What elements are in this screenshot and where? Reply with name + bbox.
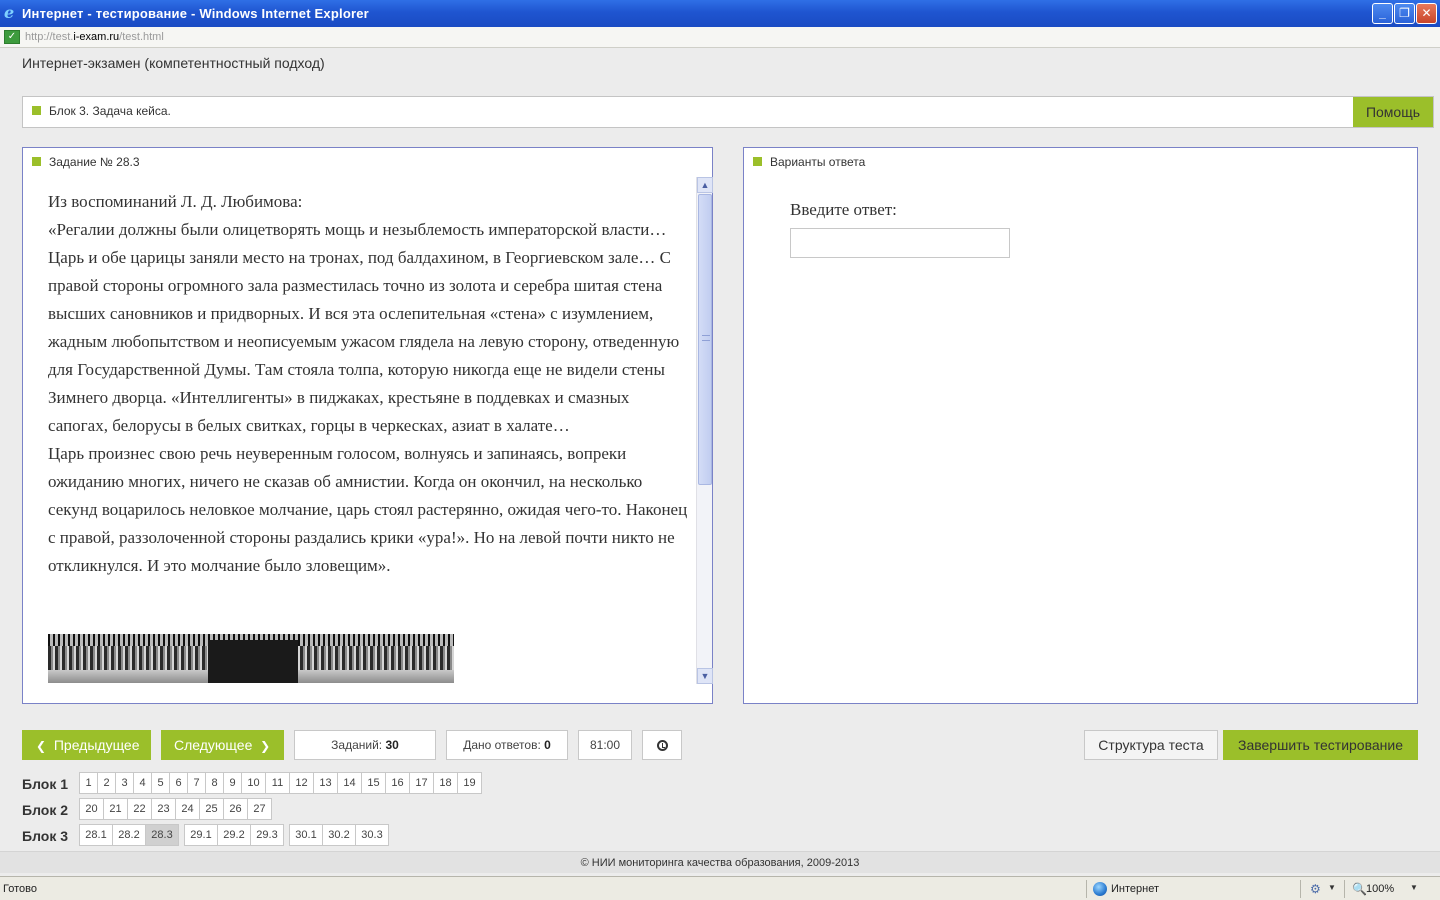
- task-cell-2[interactable]: 2: [97, 772, 116, 794]
- task-cell-10[interactable]: 10: [241, 772, 266, 794]
- task-text: Из воспоминаний Л. Д. Любимова: «Регалии…: [48, 188, 688, 580]
- task-cell-19[interactable]: 19: [457, 772, 482, 794]
- answers-count: Дано ответов: 0: [446, 730, 568, 760]
- help-button[interactable]: Помощь: [1353, 97, 1433, 127]
- task-cell-21[interactable]: 21: [103, 798, 128, 820]
- finish-test-button[interactable]: Завершить тестирование: [1223, 730, 1418, 760]
- task-cell-11[interactable]: 11: [265, 772, 290, 794]
- zoom-level[interactable]: 100%: [1366, 883, 1394, 895]
- test-structure-button[interactable]: Структура теста: [1084, 730, 1218, 760]
- minimize-button[interactable]: _: [1372, 3, 1393, 24]
- task-cell-5[interactable]: 5: [151, 772, 170, 794]
- answer-panel: Варианты ответа Введите ответ:: [743, 147, 1418, 704]
- scrollbar-thumb[interactable]: [698, 194, 712, 485]
- task-cell-29-1[interactable]: 29.1: [184, 824, 218, 846]
- dropdown-arrow-icon[interactable]: ▼: [1328, 883, 1336, 892]
- task-cell-3[interactable]: 3: [115, 772, 134, 794]
- task-cells: 20 21 22 23 24 25 26 27: [79, 798, 272, 820]
- task-cell-16[interactable]: 16: [385, 772, 410, 794]
- previous-button[interactable]: ❮ Предыдущее: [22, 730, 151, 760]
- zoom-icon[interactable]: 🔍: [1352, 882, 1367, 896]
- internet-zone-globe-icon: [1093, 882, 1107, 896]
- block-label: Блок 1: [22, 776, 69, 792]
- maximize-button[interactable]: ❐: [1394, 3, 1415, 24]
- block-bar: Блок 3. Задача кейса. Помощь: [22, 96, 1434, 128]
- bullet-square-icon: [32, 157, 41, 166]
- window-title: Интернет - тестирование - Windows Intern…: [22, 6, 369, 21]
- answer-prompt: Введите ответ:: [790, 200, 897, 219]
- address-url[interactable]: http://test.i-exam.ru/test.html: [25, 31, 164, 43]
- task-cell-4[interactable]: 4: [133, 772, 152, 794]
- task-paragraph: Царь произнес свою речь неуверенным голо…: [48, 444, 688, 575]
- task-cell-29-3[interactable]: 29.3: [250, 824, 284, 846]
- block-label: Блок 3: [22, 828, 69, 844]
- page-content: Интернет-экзамен (компетентностный подхо…: [0, 48, 1440, 876]
- task-cell-28-2[interactable]: 28.2: [112, 824, 146, 846]
- task-cells: 1 2 3 4 5 6 7 8 9 10 11 12 13 14 15 16 17 18 19: [79, 772, 482, 794]
- task-cell-17[interactable]: 17: [409, 772, 434, 794]
- task-cell-28-1[interactable]: 28.1: [79, 824, 113, 846]
- close-button[interactable]: ✕: [1416, 3, 1437, 24]
- address-bar[interactable]: ✓ http://test.i-exam.ru/test.html: [0, 27, 1440, 48]
- task-panel: Задание № 28.3 Из воспоминаний Л. Д. Люб…: [22, 147, 713, 704]
- task-cell-24[interactable]: 24: [175, 798, 200, 820]
- task-cell-28-3[interactable]: 28.3: [145, 824, 179, 846]
- task-cell-14[interactable]: 14: [337, 772, 362, 794]
- task-cell-25[interactable]: 25: [199, 798, 224, 820]
- answer-input[interactable]: [790, 228, 1010, 258]
- status-bar: Готово Интернет ⚙ ▼ 🔍 100% ▼: [0, 876, 1440, 900]
- task-cells: 28.1 28.2 28.3 29.1 29.2 29.3 30.1 30.2 30.3: [79, 824, 389, 846]
- answer-options-header: Варианты ответа: [770, 155, 866, 169]
- task-cell-15[interactable]: 15: [361, 772, 386, 794]
- task-cell-9[interactable]: 9: [223, 772, 242, 794]
- task-paragraph: Из воспоминаний Л. Д. Любимова:: [48, 192, 303, 211]
- task-cell-6[interactable]: 6: [169, 772, 188, 794]
- block-label: Блок 3. Задача кейса.: [49, 104, 171, 118]
- clock-button[interactable]: [642, 730, 682, 760]
- task-photo-image: [48, 634, 454, 683]
- chevron-right-icon: ❯: [260, 739, 271, 753]
- task-cell-26[interactable]: 26: [223, 798, 248, 820]
- scroll-up-arrow-icon[interactable]: ▲: [697, 177, 713, 193]
- task-cell-22[interactable]: 22: [127, 798, 152, 820]
- status-text: Готово: [3, 883, 37, 895]
- task-cell-27[interactable]: 27: [247, 798, 272, 820]
- bullet-square-icon: [753, 157, 762, 166]
- site-favicon-icon: ✓: [4, 30, 20, 44]
- task-cell-23[interactable]: 23: [151, 798, 176, 820]
- page-title: Интернет-экзамен (компетентностный подхо…: [22, 55, 325, 71]
- task-cell-29-2[interactable]: 29.2: [217, 824, 251, 846]
- clock-icon: [656, 740, 668, 751]
- task-cell-30-3[interactable]: 30.3: [355, 824, 389, 846]
- timer: 81:00: [578, 730, 632, 760]
- copyright-footer: © НИИ мониторинга качества образования, …: [0, 851, 1440, 873]
- task-cell-8[interactable]: 8: [205, 772, 224, 794]
- task-cell-30-2[interactable]: 30.2: [322, 824, 356, 846]
- task-cell-12[interactable]: 12: [289, 772, 314, 794]
- task-number: Задание № 28.3: [49, 155, 140, 169]
- task-cell-1[interactable]: 1: [79, 772, 98, 794]
- task-cell-30-1[interactable]: 30.1: [289, 824, 323, 846]
- bullet-square-icon: [32, 106, 41, 115]
- task-cell-7[interactable]: 7: [187, 772, 206, 794]
- chevron-left-icon: ❮: [36, 739, 47, 753]
- tasks-count: Заданий: 30: [294, 730, 436, 760]
- ie-logo-icon: e: [4, 3, 15, 22]
- scroll-down-arrow-icon[interactable]: ▼: [697, 668, 713, 684]
- task-scrollbar[interactable]: ▲ ▼: [696, 177, 713, 684]
- protected-mode-icon[interactable]: ⚙: [1310, 882, 1321, 896]
- window-titlebar: e Интернет - тестирование - Windows Inte…: [0, 0, 1440, 27]
- next-button[interactable]: Следующее ❯: [161, 730, 284, 760]
- zoom-dropdown-icon[interactable]: ▼: [1410, 883, 1418, 892]
- task-paragraph: «Регалии должны были олицетворять мощь и…: [48, 220, 680, 435]
- task-cell-18[interactable]: 18: [433, 772, 458, 794]
- task-cell-13[interactable]: 13: [313, 772, 338, 794]
- security-zone-label: Интернет: [1111, 883, 1159, 895]
- task-cell-20[interactable]: 20: [79, 798, 104, 820]
- block-label: Блок 2: [22, 802, 69, 818]
